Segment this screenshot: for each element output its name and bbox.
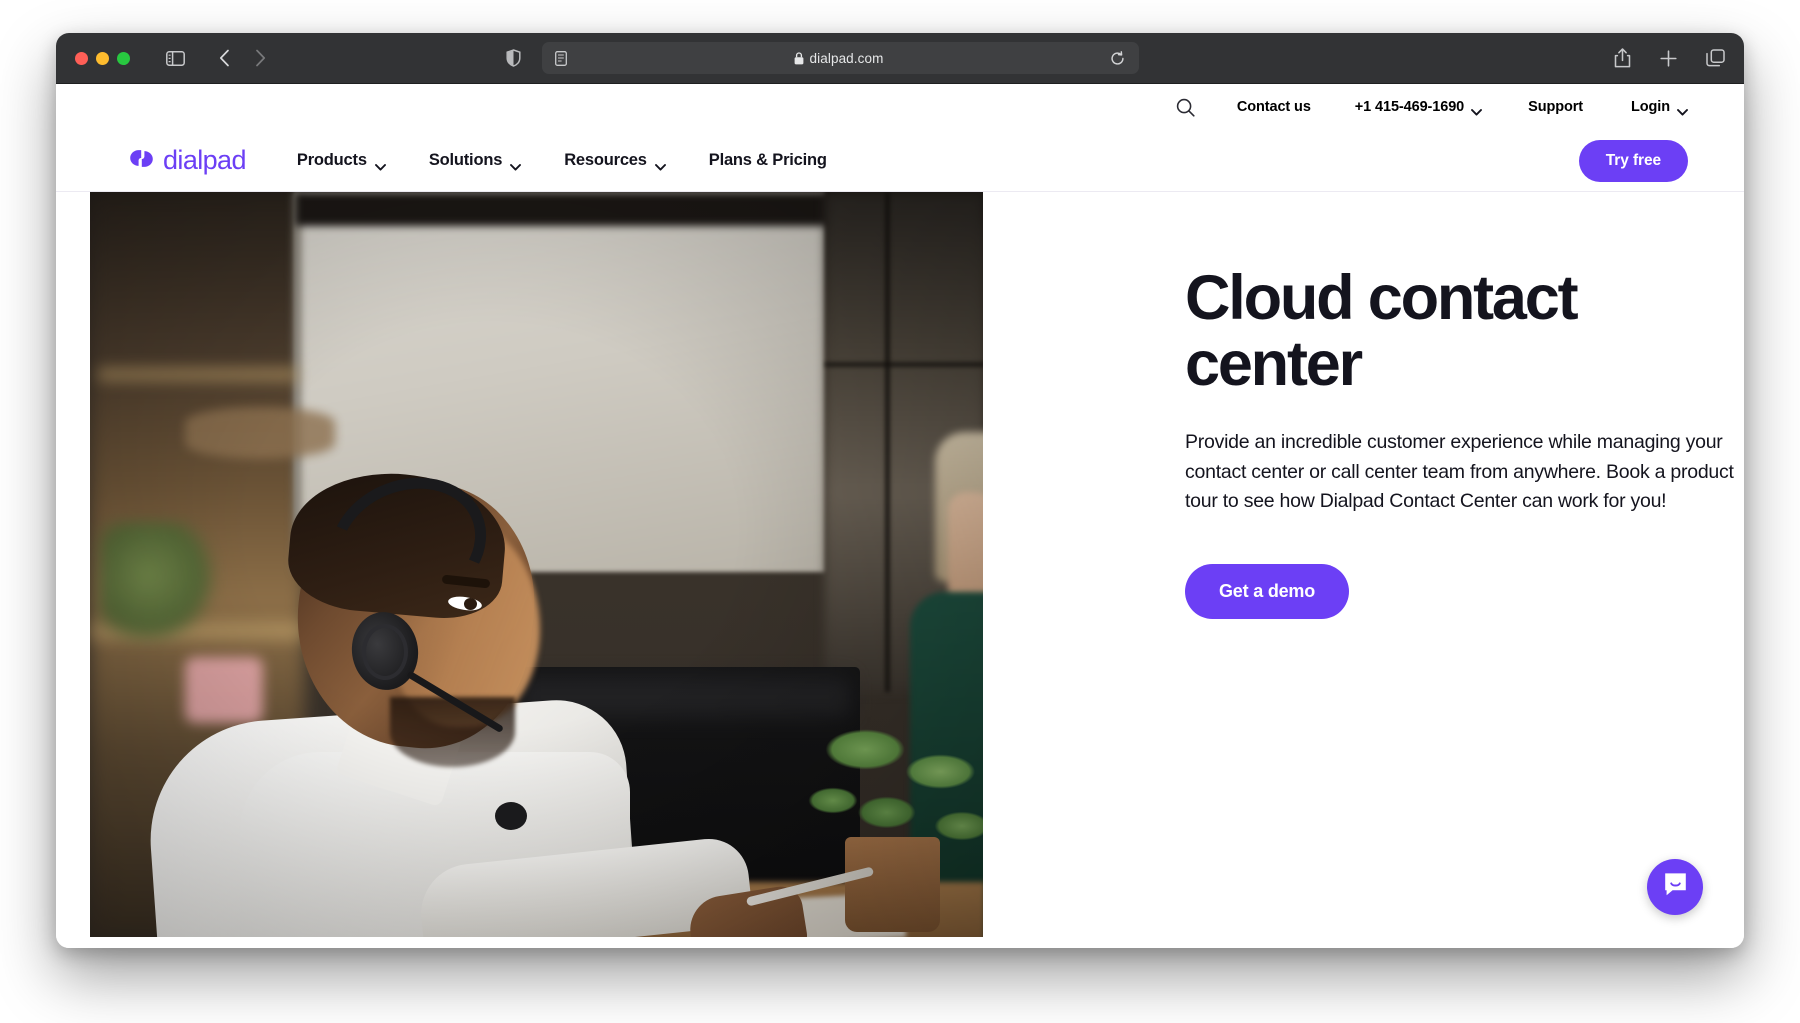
get-a-demo-button[interactable]: Get a demo bbox=[1185, 563, 1350, 619]
support-link[interactable]: Support bbox=[1528, 99, 1583, 115]
login-label: Login bbox=[1631, 99, 1670, 115]
utility-nav-bar: Contact us +1 415-469-1690 Support Login bbox=[56, 84, 1744, 130]
chevron-down-icon bbox=[654, 157, 666, 171]
phone-number-label: +1 415-469-1690 bbox=[1354, 99, 1465, 115]
hero-copy: Cloud contact center Provide an incredib… bbox=[983, 192, 1744, 619]
nav-item-products-label: Products bbox=[296, 151, 367, 169]
hero-section: Cloud contact center Provide an incredib… bbox=[56, 192, 1744, 948]
dialpad-logo[interactable]: dialpad bbox=[129, 147, 246, 174]
url-text: dialpad.com bbox=[809, 50, 884, 66]
share-icon[interactable] bbox=[1614, 48, 1631, 68]
chevron-down-icon bbox=[510, 157, 522, 171]
desktop-background: dialpad.com Contact us +1 415-469-1690 S… bbox=[0, 0, 1800, 1023]
web-page: Contact us +1 415-469-1690 Support Login bbox=[56, 84, 1744, 948]
tab-overview-icon[interactable] bbox=[1706, 49, 1725, 67]
close-window-button[interactable] bbox=[75, 51, 88, 65]
dialpad-wordmark: dialpad bbox=[163, 145, 246, 175]
main-navigation: dialpad Products Solutions Resources Pla… bbox=[56, 130, 1744, 192]
nav-item-resources[interactable]: Resources bbox=[564, 151, 666, 171]
chat-bubble-icon bbox=[1662, 871, 1689, 903]
try-free-button[interactable]: Try free bbox=[1578, 139, 1688, 182]
contact-us-label: Contact us bbox=[1236, 99, 1311, 115]
browser-window: dialpad.com Contact us +1 415-469-1690 S… bbox=[56, 33, 1744, 948]
login-dropdown[interactable]: Login bbox=[1631, 99, 1688, 116]
url-display: dialpad.com bbox=[567, 51, 1110, 66]
chevron-down-icon bbox=[1471, 104, 1483, 116]
maximize-window-button[interactable] bbox=[117, 51, 130, 65]
window-traffic-lights bbox=[75, 51, 130, 65]
nav-item-solutions[interactable]: Solutions bbox=[428, 151, 522, 171]
shield-icon[interactable] bbox=[506, 49, 521, 67]
chat-launcher-button[interactable] bbox=[1647, 859, 1703, 915]
hero-description: Provide an incredible customer experienc… bbox=[1185, 431, 1734, 513]
hero-image bbox=[90, 192, 983, 937]
dialpad-logo-mark bbox=[129, 149, 154, 173]
minimize-window-button[interactable] bbox=[96, 51, 109, 65]
reload-icon[interactable] bbox=[1110, 50, 1125, 66]
sidebar-icon[interactable] bbox=[166, 50, 185, 66]
nav-item-plans-pricing-label: Plans & Pricing bbox=[708, 151, 827, 169]
lock-icon bbox=[794, 51, 804, 65]
browser-toolbar: dialpad.com bbox=[56, 33, 1744, 84]
page-title: Cloud contact center bbox=[1185, 263, 1579, 399]
contact-us-link[interactable]: Contact us bbox=[1237, 99, 1311, 115]
nav-item-resources-label: Resources bbox=[564, 151, 647, 169]
address-bar[interactable]: dialpad.com bbox=[542, 42, 1139, 74]
plus-icon[interactable] bbox=[1660, 49, 1677, 67]
nav-item-plans-pricing[interactable]: Plans & Pricing bbox=[709, 151, 827, 170]
search-icon[interactable] bbox=[1176, 98, 1195, 117]
reader-view-icon[interactable] bbox=[555, 50, 567, 66]
support-label: Support bbox=[1528, 99, 1584, 115]
nav-item-solutions-label: Solutions bbox=[428, 151, 503, 169]
phone-number-dropdown[interactable]: +1 415-469-1690 bbox=[1354, 99, 1483, 116]
toolbar-actions bbox=[1614, 48, 1725, 68]
chevron-left-icon[interactable] bbox=[219, 49, 230, 67]
chevron-down-icon bbox=[374, 157, 386, 171]
chevron-right-icon[interactable] bbox=[255, 49, 266, 67]
nav-links: Products Solutions Resources Plans & Pri… bbox=[296, 151, 827, 171]
nav-item-products[interactable]: Products bbox=[296, 151, 386, 171]
chevron-down-icon bbox=[1677, 104, 1688, 116]
